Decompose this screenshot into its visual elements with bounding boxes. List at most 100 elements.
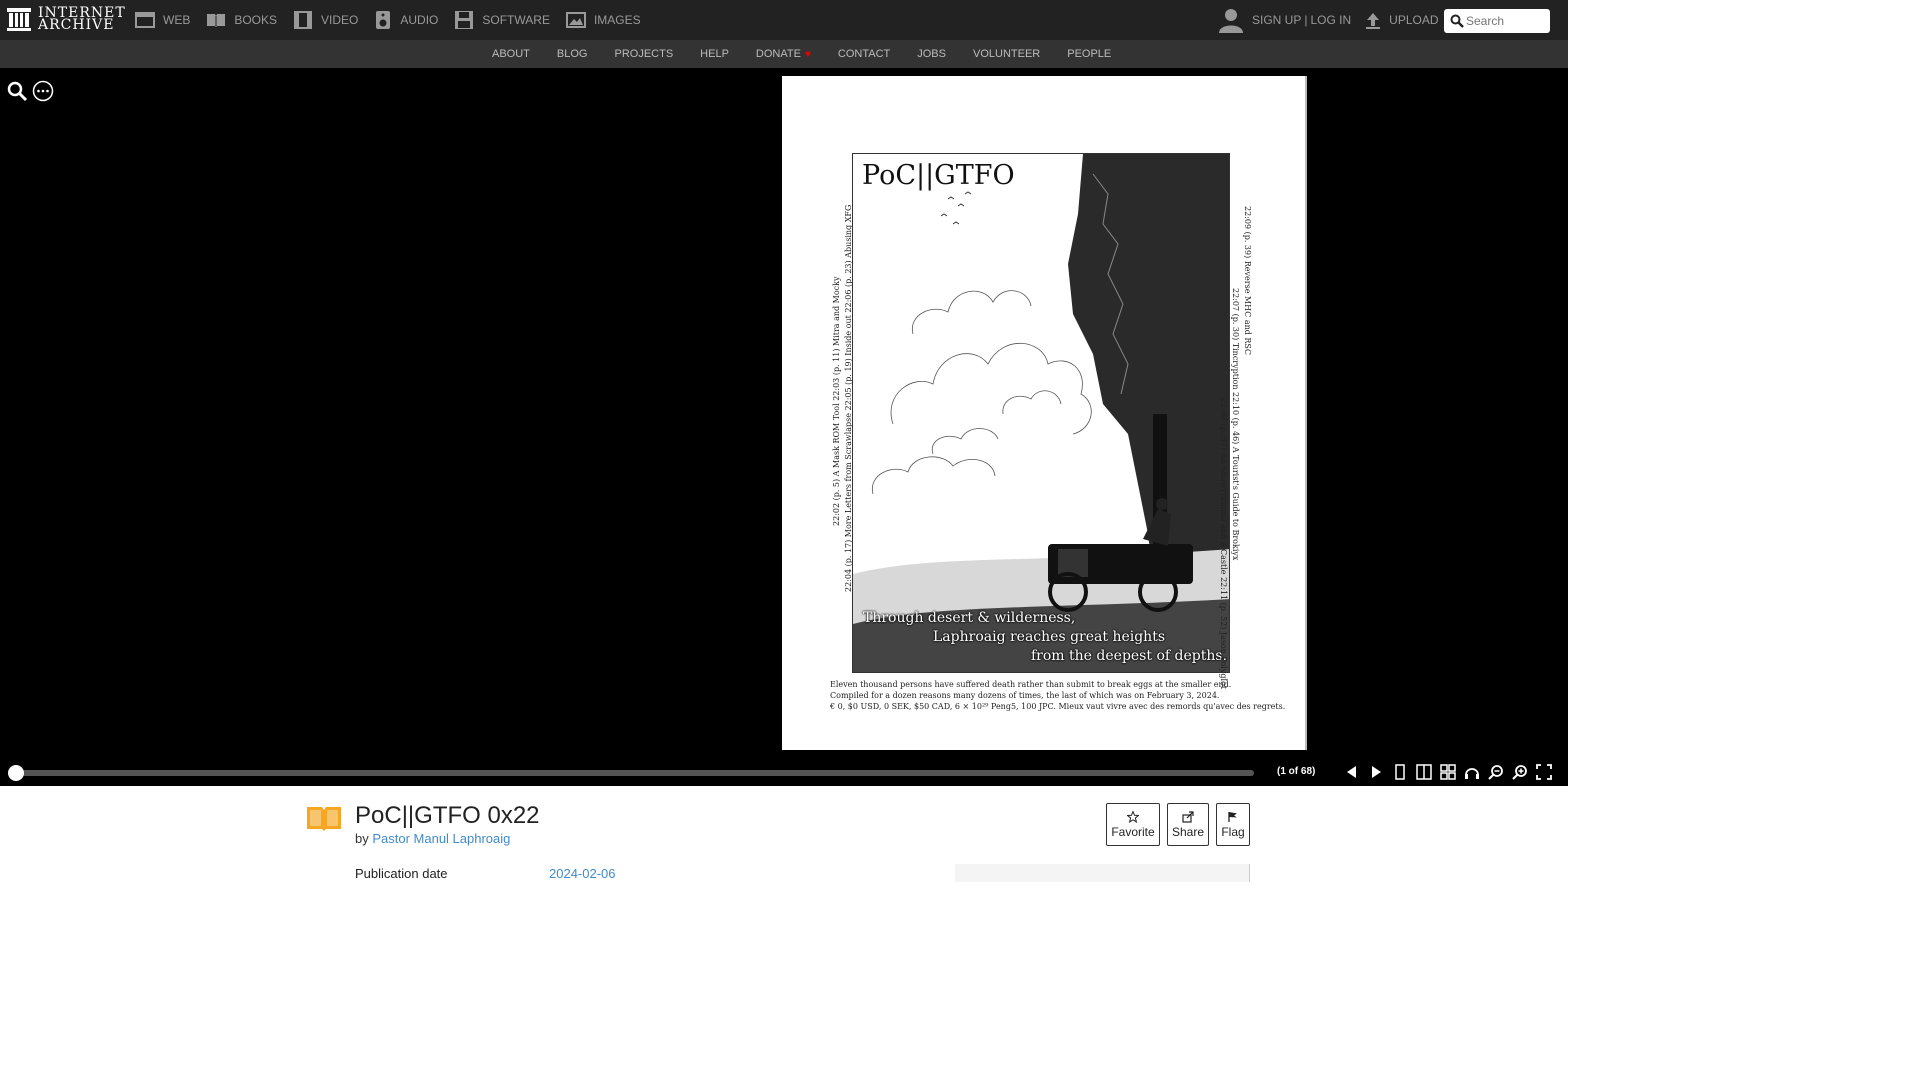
flag-icon (1228, 811, 1237, 822)
zoom-in-button[interactable] (1508, 762, 1532, 782)
user-area: SIGN UP | LOG IN UPLOAD (1218, 0, 1439, 40)
cover-caption-line-3: from the deepest of depths. (1031, 648, 1227, 664)
reader-side-tools (6, 80, 54, 119)
media-links: WEB BOOKS VIDEO AUDIO SOFTWARE IMAGES (135, 0, 657, 40)
page-slider-handle[interactable] (8, 765, 24, 781)
books-icon (207, 14, 226, 27)
grid-icon (1440, 764, 1456, 780)
publication-date-label: Publication date (355, 866, 448, 881)
byline-prefix: by (355, 831, 369, 846)
subnav-donate[interactable]: DONATE ♥ (756, 48, 811, 60)
user-avatar-icon[interactable] (1218, 7, 1244, 33)
media-link-web-label: WEB (163, 13, 191, 27)
media-link-web[interactable]: WEB (135, 12, 190, 28)
secondary-navigation: ABOUT BLOG PROJECTS HELP DONATE ♥ CONTAC… (0, 40, 1568, 68)
triangle-left-icon (1347, 766, 1356, 778)
cover-right-toc-1: 22:09 (p. 39) Reverse MHC and RSC (1243, 206, 1252, 356)
media-link-video[interactable]: VIDEO (293, 11, 358, 29)
item-side-panel (955, 864, 1250, 882)
search-input[interactable] (1466, 14, 1546, 28)
more-options-icon[interactable] (32, 80, 54, 102)
media-link-images[interactable]: IMAGES (565, 12, 641, 28)
subnav-people[interactable]: PEOPLE (1067, 48, 1111, 60)
book-reader: 22:02 (p. 5) A Mask ROM Tool 22:03 (p. 1… (0, 68, 1568, 786)
media-link-books-label: BOOKS (234, 13, 278, 27)
favorite-label: Favorite (1111, 824, 1155, 839)
subnav-about[interactable]: ABOUT (492, 48, 530, 60)
media-link-audio-label: AUDIO (400, 13, 439, 27)
thumbnail-view-button[interactable] (1436, 762, 1460, 782)
subnav-volunteer[interactable]: VOLUNTEER (973, 48, 1040, 60)
cover-title: PoC||GTFO (862, 160, 1015, 191)
share-label: Share (1171, 824, 1205, 839)
flag-label: Flag (1221, 824, 1245, 839)
upload-button[interactable]: UPLOAD (1365, 11, 1439, 29)
cover-footer-line-1: Eleven thousand persons have suffered de… (830, 680, 1232, 689)
zoom-out-icon (1488, 765, 1503, 780)
publication-date-value[interactable]: 2024-02-06 (549, 866, 616, 881)
item-byline: by Pastor Manul Laphroaig (355, 831, 510, 846)
web-icon (135, 12, 155, 28)
fullscreen-icon (1536, 764, 1552, 780)
archive-building-icon (7, 8, 31, 31)
single-page-icon (1395, 764, 1405, 780)
book-icon (307, 807, 341, 831)
author-link[interactable]: Pastor Manul Laphroaig (372, 831, 510, 846)
share-icon (1182, 810, 1194, 823)
zoom-in-icon (1512, 765, 1527, 780)
cover-footer-line-2: Compiled for a dozen reasons many dozens… (830, 691, 1220, 700)
media-link-software-label: SOFTWARE (482, 13, 550, 27)
audio-icon (376, 11, 391, 29)
media-link-books[interactable]: BOOKS (206, 12, 277, 28)
page-slider-track[interactable] (12, 770, 1254, 776)
search-inside-icon[interactable] (6, 80, 28, 102)
cover-illustration: PoC||GTFO Through desert & wilderness, L… (852, 153, 1230, 673)
media-link-audio[interactable]: AUDIO (374, 10, 438, 30)
signup-login-separator: | (1304, 13, 1308, 27)
subnav-contact[interactable]: CONTACT (838, 48, 890, 60)
cover-right-toc-3: 22:08 (p. 37) An Showyramma and a Castle… (1219, 398, 1228, 690)
item-title: PoC||GTFO 0x22 (355, 802, 540, 829)
logo-line-2: ARCHIVE (38, 17, 115, 33)
page-count: (1 of 68) (1277, 766, 1316, 777)
star-icon (1127, 810, 1139, 823)
cover-caption-line-2: Laphroaig reaches great heights (933, 629, 1166, 645)
images-icon (565, 12, 586, 28)
internet-archive-logo[interactable]: INTERNET ARCHIVE (6, 6, 126, 32)
favorite-button[interactable]: Favorite (1106, 803, 1160, 846)
cover-artwork (853, 154, 1229, 672)
subnav-help[interactable]: HELP (700, 48, 729, 60)
one-page-view-button[interactable] (1388, 762, 1412, 782)
next-page-button[interactable] (1364, 762, 1388, 782)
logo-text: INTERNET ARCHIVE (38, 6, 126, 33)
login-link[interactable]: LOG IN (1310, 13, 1351, 27)
two-page-view-button[interactable] (1412, 762, 1436, 782)
flag-button[interactable]: Flag (1216, 803, 1250, 846)
subnav-blog[interactable]: BLOG (557, 48, 588, 60)
top-navigation: INTERNET ARCHIVE WEB BOOKS VIDEO AUDIO S… (0, 0, 1568, 40)
fullscreen-button[interactable] (1532, 762, 1556, 782)
zoom-out-button[interactable] (1484, 762, 1508, 782)
software-icon (455, 11, 474, 29)
video-icon (294, 11, 313, 29)
book-page[interactable]: 22:02 (p. 5) A Mask ROM Tool 22:03 (p. 1… (782, 76, 1307, 750)
signup-link[interactable]: SIGN UP (1252, 13, 1301, 27)
media-link-video-label: VIDEO (321, 13, 359, 27)
share-button[interactable]: Share (1167, 803, 1209, 846)
search-box (1444, 9, 1550, 33)
subnav-donate-label: DONATE (755, 48, 801, 60)
reader-toolbar (1340, 762, 1556, 782)
reader-navbar: (1 of 68) (0, 758, 1568, 786)
media-link-images-label: IMAGES (593, 13, 641, 27)
subnav-jobs[interactable]: JOBS (917, 48, 946, 60)
read-aloud-button[interactable] (1460, 762, 1484, 782)
heart-icon: ♥ (804, 48, 811, 60)
headphones-icon (1465, 768, 1479, 779)
cover-caption-line-1: Through desert & wilderness, (863, 610, 1076, 626)
previous-page-button[interactable] (1340, 762, 1364, 782)
media-link-software[interactable]: SOFTWARE (454, 10, 550, 30)
item-details: PoC||GTFO 0x22 by Pastor Manul Laphroaig… (0, 786, 1568, 882)
subnav-projects[interactable]: PROJECTS (614, 48, 673, 60)
two-page-icon (1416, 764, 1432, 780)
upload-icon (1366, 13, 1381, 29)
